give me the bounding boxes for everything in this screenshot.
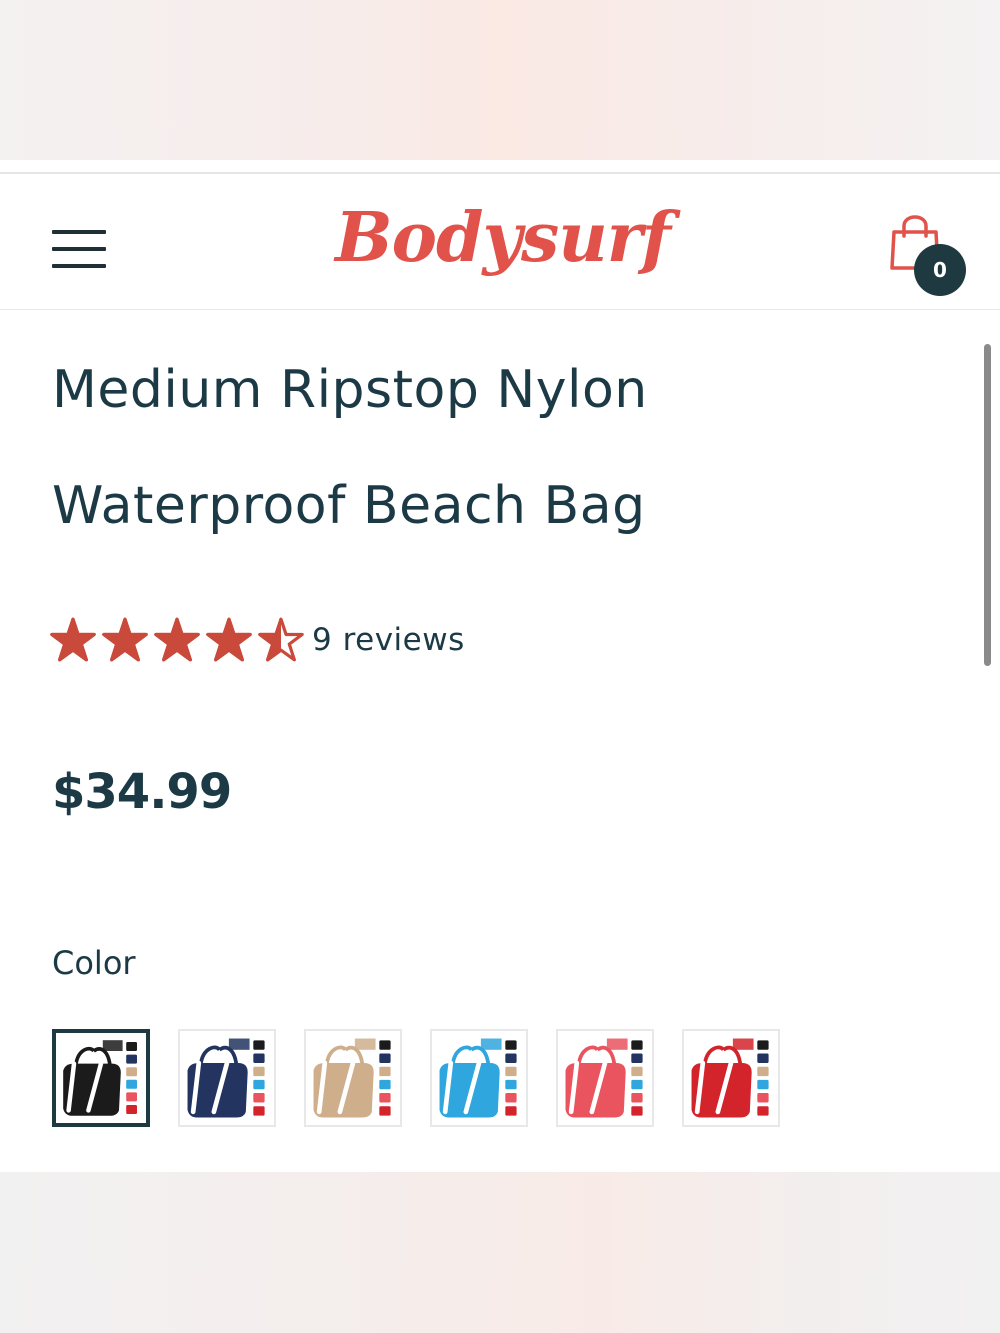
bodysurf-logo[interactable]: Bodysurf xyxy=(330,188,675,288)
color-swatch-coral[interactable] xyxy=(556,1029,654,1127)
hamburger-menu-icon[interactable] xyxy=(52,228,106,270)
cart-button[interactable]: 0 xyxy=(886,210,970,296)
product-price: $34.99 xyxy=(52,764,232,820)
color-swatch-navy[interactable] xyxy=(178,1029,276,1127)
blurred-footer-bottom xyxy=(0,1172,1000,1333)
star-half-icon xyxy=(258,617,304,662)
cart-count-badge: 0 xyxy=(914,244,966,296)
star-full-icon xyxy=(102,617,148,662)
blurred-banner-top xyxy=(0,0,1000,160)
bag-thumbnail-icon xyxy=(313,1038,391,1118)
color-swatch-sky-blue[interactable] xyxy=(430,1029,528,1127)
star-full-icon xyxy=(206,617,252,662)
bag-thumbnail-icon xyxy=(63,1040,137,1116)
star-rating xyxy=(50,617,310,663)
color-swatches xyxy=(52,1029,808,1127)
color-swatch-red[interactable] xyxy=(682,1029,780,1127)
bag-thumbnail-icon xyxy=(187,1038,265,1118)
star-full-icon xyxy=(154,617,200,662)
product-title: Medium Ripstop Nylon Waterproof Beach Ba… xyxy=(52,360,648,536)
scrollbar[interactable] xyxy=(984,344,991,666)
color-swatch-black[interactable] xyxy=(52,1029,150,1127)
bag-thumbnail-icon xyxy=(565,1038,643,1118)
reviews-link[interactable]: 9 reviews xyxy=(312,622,465,658)
star-full-icon xyxy=(50,617,96,662)
product-rating[interactable]: 9 reviews xyxy=(50,612,465,668)
bag-thumbnail-icon xyxy=(691,1038,769,1118)
site-header: Bodysurf 0 xyxy=(0,172,1000,310)
color-swatch-tan[interactable] xyxy=(304,1029,402,1127)
color-label: Color xyxy=(52,944,136,982)
bag-thumbnail-icon xyxy=(439,1038,517,1118)
